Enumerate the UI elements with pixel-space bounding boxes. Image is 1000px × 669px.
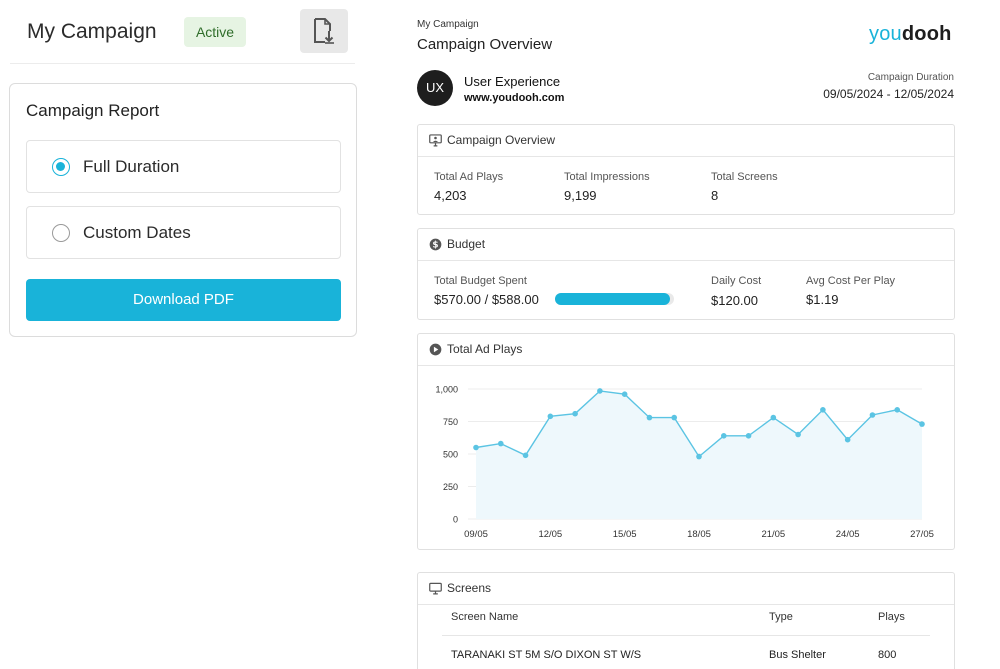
data-point (745, 433, 752, 439)
total-ad-plays-label: Total Ad Plays (434, 171, 504, 183)
svg-text:$: $ (432, 241, 438, 251)
data-point (820, 407, 826, 413)
custom-dates-option[interactable]: Custom Dates (26, 206, 341, 259)
screens-card-title: Screens (447, 581, 492, 595)
y-tick-label: 750 (443, 417, 458, 427)
y-tick-label: 250 (443, 482, 458, 492)
total-impressions-label: Total Impressions (564, 171, 650, 183)
export-button[interactable] (300, 9, 348, 53)
campaign-header: My Campaign Active (10, 0, 355, 64)
total-ad-plays-card: Total Ad Plays 0 250 500 750 1,000 09/05 12/05… (417, 333, 955, 550)
data-point (522, 452, 529, 459)
overview-card: Campaign Overview Total Ad Plays 4,203 T… (417, 124, 955, 215)
budget-spent-value: $570.00 / $588.00 (434, 292, 539, 307)
monitor-people-icon (429, 134, 442, 147)
total-screens-label: Total Screens (711, 171, 778, 183)
overview-card-header: Campaign Overview (418, 125, 954, 157)
col-header-type: Type (769, 611, 793, 623)
campaign-title: My Campaign (27, 20, 157, 43)
youdooh-logo: youdooh (869, 23, 952, 45)
data-point (696, 453, 702, 460)
daily-cost-label: Daily Cost (711, 275, 762, 287)
data-point (869, 412, 876, 418)
table-header-divider (442, 635, 930, 636)
ad-plays-chart: 0 250 500 750 1,000 09/05 12/05 15/05 18/05 21/05… (435, 385, 934, 541)
status-badge: Active (184, 17, 246, 47)
screens-card: Screens Screen Name Type Plays TARANAKI … (417, 572, 955, 669)
total-screens-value: 8 (711, 188, 719, 203)
report-title: Campaign Overview (417, 36, 553, 53)
avg-cost-label: Avg Cost Per Play (806, 275, 896, 287)
x-tick-label: 12/05 (538, 529, 562, 540)
screen-type-cell: Bus Shelter (769, 649, 826, 661)
y-tick-label: 0 (453, 515, 458, 525)
data-point (844, 436, 851, 443)
campaign-duration-value: 09/05/2024 - 12/05/2024 (823, 87, 954, 101)
col-header-plays: Plays (878, 611, 905, 623)
budget-card-header: $ Budget (418, 229, 954, 261)
budget-card-title: Budget (447, 237, 486, 251)
total-impressions-value: 9,199 (564, 188, 597, 203)
dollar-circle-icon: $ (429, 238, 442, 251)
data-point (497, 440, 504, 447)
budget-spent-label: Total Budget Spent (434, 275, 527, 287)
campaign-duration-label: Campaign Duration (867, 72, 954, 83)
client-name: User Experience (464, 74, 561, 89)
full-duration-radio[interactable] (52, 158, 70, 176)
full-duration-option[interactable]: Full Duration (26, 140, 341, 193)
file-download-icon (314, 18, 334, 44)
report-campaign-name: My Campaign (417, 19, 479, 30)
campaign-report-panel: Campaign Report Full Duration Custom Dat… (9, 83, 357, 337)
x-tick-label: 18/05 (687, 529, 711, 540)
plays-card-title: Total Ad Plays (447, 342, 523, 356)
client-url: www.youdooh.com (464, 92, 565, 104)
col-header-screen-name: Screen Name (451, 611, 519, 623)
data-point (473, 444, 479, 451)
data-point (720, 433, 727, 439)
screens-card-header: Screens (418, 573, 954, 605)
x-tick-label: 24/05 (836, 529, 860, 540)
screen-plays-cell: 800 (878, 649, 897, 661)
data-point (547, 413, 554, 420)
y-tick-label: 1,000 (435, 385, 458, 395)
daily-cost-value: $120.00 (711, 293, 758, 308)
data-point (770, 414, 777, 421)
total-ad-plays-value: 4,203 (434, 188, 467, 203)
avg-cost-value: $1.19 (806, 292, 839, 307)
x-tick-label: 09/05 (464, 529, 488, 540)
custom-dates-label: Custom Dates (83, 223, 191, 242)
data-point (621, 391, 628, 397)
data-point (671, 414, 678, 421)
budget-progress-fill (555, 293, 671, 305)
overview-card-title: Campaign Overview (447, 133, 556, 147)
data-point (894, 407, 901, 413)
plays-card-header: Total Ad Plays (418, 334, 954, 366)
download-pdf-button[interactable]: Download PDF (26, 279, 341, 321)
full-duration-label: Full Duration (83, 157, 180, 176)
y-tick-label: 500 (443, 450, 458, 460)
x-tick-label: 15/05 (613, 529, 637, 540)
data-point (597, 388, 603, 394)
data-point (795, 431, 801, 438)
data-point (572, 410, 578, 417)
monitor-icon (429, 582, 442, 595)
report-panel-title: Campaign Report (26, 101, 160, 120)
data-point (646, 414, 653, 421)
x-tick-label: 21/05 (761, 529, 785, 540)
screen-name-cell: TARANAKI ST 5M S/O DIXON ST W/S (451, 649, 642, 661)
budget-progress-bar (555, 293, 674, 305)
x-tick-label: 27/05 (910, 529, 934, 540)
data-point (919, 421, 925, 427)
play-circle-icon (429, 343, 442, 356)
client-avatar: UX (417, 70, 453, 106)
custom-dates-radio[interactable] (52, 224, 70, 242)
budget-card: $ Budget Total Budget Spent $570.00 / $5… (417, 228, 955, 320)
